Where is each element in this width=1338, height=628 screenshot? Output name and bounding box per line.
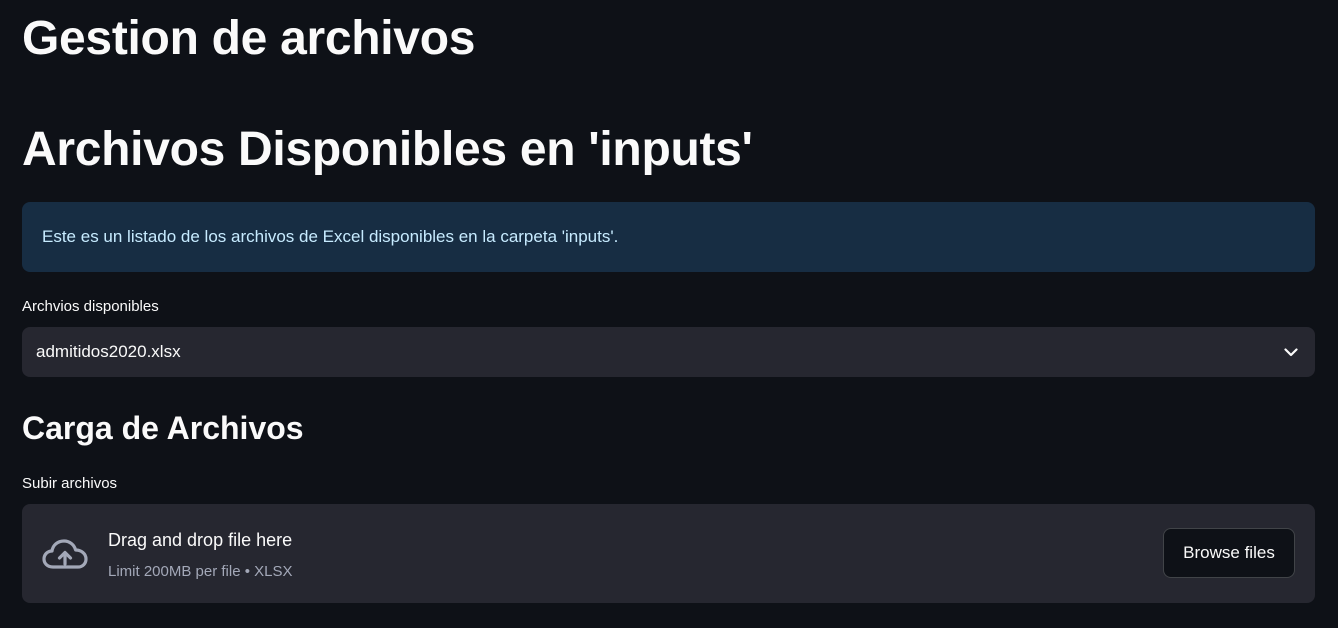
dropzone-instructions: Drag and drop file here: [108, 530, 293, 550]
main-container: Gestion de archivos Archivos Disponibles…: [0, 0, 1338, 628]
file-select-value: admitidos2020.xlsx: [36, 342, 181, 361]
file-dropzone[interactable]: Drag and drop file here Limit 200MB per …: [22, 504, 1315, 603]
file-uploader-label: Subir archivos: [22, 475, 118, 492]
browse-files-button[interactable]: Browse files: [1163, 528, 1295, 578]
info-alert-text: Este es un listado de los archivos de Ex…: [42, 227, 619, 246]
page-title: Gestion de archivos: [22, 12, 476, 65]
chevron-down-icon[interactable]: [1281, 342, 1301, 362]
info-alert: Este es un listado de los archivos de Ex…: [22, 202, 1315, 272]
dropzone-limit-text: Limit 200MB per file • XLSX: [108, 563, 293, 580]
inputs-section-title: Archivos Disponibles en 'inputs': [22, 123, 753, 176]
file-select[interactable]: admitidos2020.xlsx: [22, 327, 1315, 377]
file-select-label: Archvios disponibles: [22, 298, 159, 315]
cloud-upload-icon: [41, 534, 89, 574]
upload-section-title: Carga de Archivos: [22, 410, 304, 446]
